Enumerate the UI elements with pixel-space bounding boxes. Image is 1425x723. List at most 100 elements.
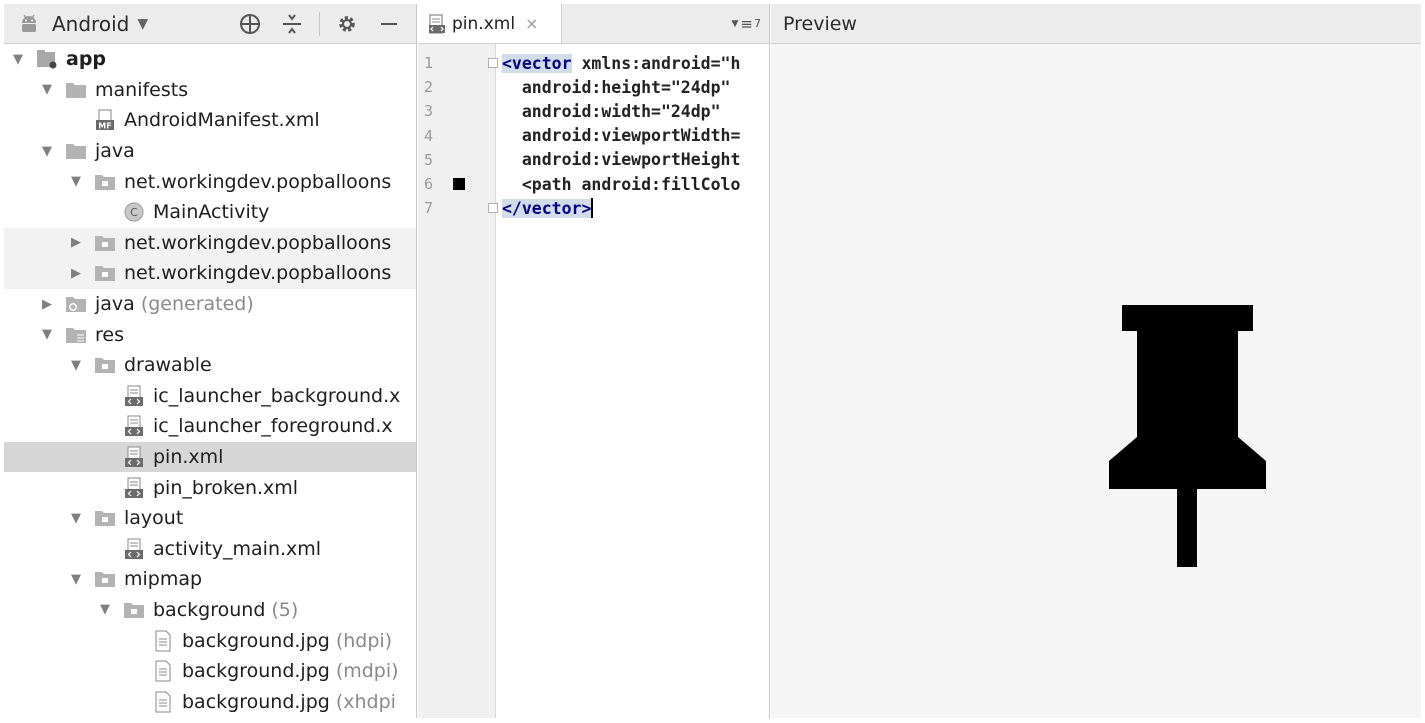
project-view-selector[interactable]: Android [52, 12, 129, 36]
tree-item[interactable]: ▼ net.workingdev.popballoons [4, 166, 416, 197]
line-number: 4 [418, 124, 495, 148]
manifest-file-icon: MF [94, 109, 116, 131]
folder-icon [65, 141, 87, 161]
tree-item[interactable]: ▼ drawable [4, 350, 416, 381]
expand-arrow-right-icon[interactable]: ▶ [68, 235, 84, 251]
class-icon: C [123, 202, 145, 222]
line-number-text: 6 [424, 175, 434, 194]
text-caret [591, 198, 594, 219]
package-icon [94, 508, 116, 528]
pushpin-icon [1109, 305, 1266, 567]
code-line[interactable]: android:height="24dp" [502, 75, 740, 99]
expand-arrow-down-icon[interactable]: ▼ [39, 82, 55, 98]
line-number: 1 [418, 51, 498, 75]
image-file-icon [152, 630, 174, 652]
xml-attributes: android:height="24dp" [502, 77, 731, 97]
tree-item[interactable]: background.jpg (xhdpi [4, 686, 416, 717]
tree-item[interactable]: background.jpg (hdpi) [4, 625, 416, 656]
tree-item[interactable]: ▼ background (5) [4, 595, 416, 626]
expand-arrow-down-icon[interactable]: ▼ [97, 602, 113, 618]
xml-attributes: xmlns:android="h [571, 53, 741, 73]
line-number: 6 [418, 172, 495, 196]
tree-item-label: activity_main.xml [153, 537, 322, 560]
color-swatch-icon[interactable] [453, 178, 465, 191]
xml-attributes: <path android:fillColo [502, 174, 741, 194]
expand-arrow-right-icon[interactable]: ▶ [68, 265, 84, 281]
tree-item[interactable]: ic_launcher_background.x [4, 381, 416, 412]
expand-arrow-down-icon[interactable]: ▼ [68, 571, 84, 587]
tree-item-label: java [95, 140, 135, 163]
module-icon [36, 49, 58, 69]
expand-arrow-down-icon[interactable]: ▼ [10, 51, 26, 67]
close-icon[interactable]: × [525, 14, 538, 33]
expand-arrow-down-icon[interactable]: ▼ [39, 143, 55, 159]
tree-item[interactable]: ▼ res [4, 319, 416, 350]
code-editor: pin.xml × ▼ ≡ 7 1 2 3 4 5 6 7 <vector xmlns:an… [418, 4, 770, 718]
code-line[interactable]: android:viewportHeight [502, 148, 741, 172]
tree-item[interactable]: background.jpg (mdpi) [4, 656, 416, 687]
tree-item[interactable]: ▶ net.workingdev.popballoons [4, 227, 416, 259]
code-line[interactable]: <path android:fillColo [502, 172, 741, 196]
tree-item[interactable]: ic_launcher_foreground.x [4, 411, 416, 442]
line-number: 2 [418, 75, 495, 99]
line-number-text: 4 [424, 126, 434, 145]
xml-file-icon [123, 385, 145, 406]
tree-item-label: net.workingdev.popballoons [124, 231, 392, 254]
image-file-icon [152, 691, 174, 713]
tree-item[interactable]: MF AndroidManifest.xml [4, 105, 416, 136]
code-line[interactable]: android:width="24dp" [502, 99, 740, 123]
chevron-down-icon: ▼ [731, 18, 739, 29]
fold-toggle-icon[interactable] [488, 203, 498, 214]
tree-item[interactable]: ▼ app [4, 44, 416, 75]
tree-item[interactable]: pin_broken.xml [4, 472, 416, 503]
tree-item[interactable]: C MainActivity [4, 197, 416, 228]
xml-file-icon [123, 538, 145, 559]
expand-arrow-down-icon[interactable]: ▼ [39, 327, 55, 343]
line-number: 5 [418, 148, 495, 172]
expand-arrow-down-icon[interactable]: ▼ [68, 510, 84, 526]
tree-item-label: background.jpg [182, 690, 330, 713]
tree-item[interactable]: activity_main.xml [4, 534, 416, 565]
code-line[interactable]: <vector xmlns:android="h [502, 51, 740, 75]
xml-tag: </vector> [502, 198, 592, 218]
expand-arrow-right-icon[interactable]: ▶ [39, 296, 55, 312]
gear-icon[interactable] [332, 9, 362, 39]
expand-arrow-down-icon[interactable]: ▼ [68, 174, 84, 190]
tree-item[interactable]: ▶ net.workingdev.popballoons [4, 258, 416, 289]
toolbar-divider [319, 11, 320, 36]
tree-item-label: ic_launcher_foreground.x [153, 415, 393, 438]
tree-item[interactable]: pin.xml [4, 441, 416, 473]
minimize-icon[interactable] [374, 9, 404, 39]
code-line[interactable]: </vector> [502, 196, 740, 220]
project-tree: ▼ app ▼ manifests MF AndroidManifest.xml ▼ java… [4, 44, 416, 717]
xml-file-icon [123, 477, 145, 498]
tree-item-label: net.workingdev.popballoons [124, 170, 392, 193]
res-folder-icon [65, 325, 87, 345]
code-line[interactable]: android:viewportWidth= [502, 124, 741, 148]
collapse-all-icon[interactable] [277, 9, 307, 39]
tree-item[interactable]: ▼ manifests [4, 75, 416, 106]
project-panel-header: Android ▼ [4, 4, 416, 44]
preview-title: Preview [783, 12, 857, 35]
tab-pin-xml[interactable]: pin.xml × [418, 4, 562, 43]
expand-arrow-down-icon[interactable]: ▼ [68, 357, 84, 373]
tree-item-label: res [95, 323, 124, 346]
tree-item[interactable]: ▶ java (generated) [4, 289, 416, 320]
tree-item[interactable]: ▼ mipmap [4, 564, 416, 595]
tree-item-suffix: (mdpi) [335, 660, 399, 683]
tree-item-suffix: (5) [271, 598, 299, 621]
fold-toggle-icon[interactable] [488, 58, 498, 69]
code-area[interactable]: <vector xmlns:android="h android:height=… [502, 51, 740, 220]
recent-tabs-dropdown[interactable]: ▼ ≡ 7 [732, 4, 770, 43]
tree-item[interactable]: ▼ java [4, 136, 416, 167]
tree-item[interactable]: ▼ layout [4, 503, 416, 534]
svg-text:MF: MF [98, 122, 111, 131]
chevron-down-icon[interactable]: ▼ [137, 16, 148, 32]
preview-panel: Preview [771, 4, 1421, 718]
svg-text:C: C [130, 206, 138, 219]
locate-target-icon[interactable] [235, 9, 265, 39]
xml-attributes: android:width="24dp" [502, 101, 721, 121]
